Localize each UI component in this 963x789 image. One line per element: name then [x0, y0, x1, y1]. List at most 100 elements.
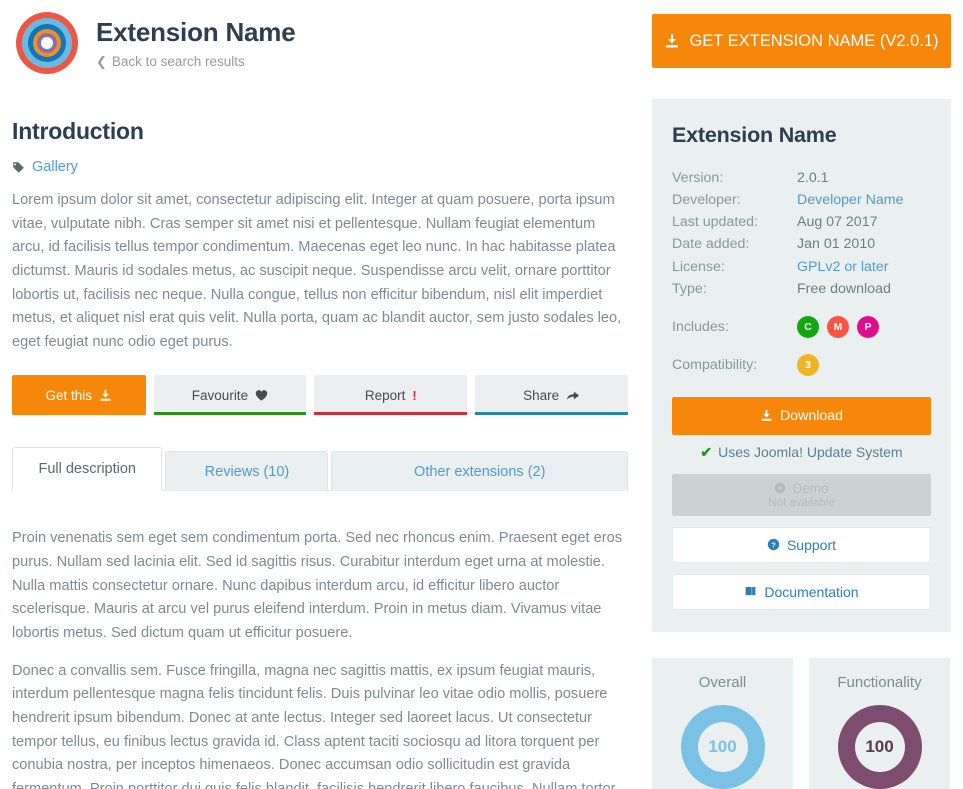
- demo-button: Demo Not available: [672, 474, 931, 516]
- extension-info-panel: Extension Name Version: 2.0.1 Developer:…: [652, 99, 951, 632]
- tab-label: Full description: [38, 461, 136, 477]
- info-value: 2.0.1: [797, 167, 829, 189]
- info-value: Aug 07 2017: [797, 211, 877, 233]
- rating-donut-functionality: 100: [838, 705, 922, 789]
- license-link[interactable]: GPLv2 or later: [797, 256, 888, 278]
- info-row-version: Version: 2.0.1: [672, 167, 931, 189]
- demo-label: Demo: [792, 481, 828, 496]
- introduction-paragraph: Lorem ipsum dolor sit amet, consectetur …: [12, 189, 628, 354]
- badge-letter: 3: [805, 359, 811, 371]
- rating-card-functionality: Functionality 100: [809, 658, 950, 789]
- update-system-note: ✔ Uses Joomla! Update System: [672, 444, 931, 461]
- favourite-label: Favourite: [192, 388, 248, 403]
- info-row-last-updated: Last updated: Aug 07 2017: [672, 211, 931, 233]
- info-key: Type:: [672, 278, 797, 300]
- download-label: Download: [780, 408, 843, 424]
- info-key: License:: [672, 256, 797, 278]
- includes-badges: C M P: [797, 316, 879, 338]
- support-button[interactable]: ? Support: [672, 527, 931, 563]
- book-icon: [744, 585, 757, 598]
- description-paragraph-1: Proin venenatis sem eget sem condimentum…: [12, 527, 628, 645]
- back-to-search-results-link[interactable]: ❮ Back to search results: [96, 54, 296, 70]
- update-system-label: Uses Joomla! Update System: [718, 444, 902, 460]
- rating-value-wrap: 100: [698, 722, 748, 772]
- info-row-license: License: GPLv2 or later: [672, 256, 931, 278]
- download-button[interactable]: Download: [672, 397, 931, 435]
- question-circle-icon: ?: [767, 538, 780, 551]
- download-icon: [664, 33, 680, 49]
- compatibility-row: Compatibility: 3: [672, 354, 931, 376]
- rating-value: 100: [708, 737, 736, 757]
- exclamation-icon: !: [412, 388, 416, 403]
- description-paragraph-2: Donec a convallis sem. Fusce fringilla, …: [12, 660, 628, 789]
- badge-module[interactable]: M: [827, 316, 849, 338]
- check-icon: ✔: [700, 444, 712, 461]
- tab-panel-full-description: Proin venenatis sem eget sem condimentum…: [12, 491, 628, 789]
- rating-label: Overall: [699, 674, 747, 691]
- tab-other-extensions[interactable]: Other extensions (2): [331, 451, 628, 491]
- tag-icon: [12, 161, 25, 174]
- back-link-label: Back to search results: [112, 54, 245, 69]
- introduction-heading: Introduction: [12, 118, 628, 145]
- info-row-date-added: Date added: Jan 01 2010: [672, 233, 931, 255]
- title-block: Extension Name ❮ Back to search results: [96, 10, 296, 70]
- share-label: Share: [523, 388, 559, 403]
- documentation-button[interactable]: Documentation: [672, 574, 931, 610]
- badge-letter: P: [864, 321, 871, 333]
- report-label: Report: [365, 388, 406, 403]
- extension-detail-page: Extension Name ❮ Back to search results …: [0, 0, 963, 789]
- action-buttons-row: Get this Favourite Report ! Share: [12, 375, 628, 415]
- info-key: Date added:: [672, 233, 797, 255]
- support-label: Support: [787, 537, 836, 553]
- badge-joomla-3[interactable]: 3: [797, 354, 819, 376]
- rating-value-wrap: 100: [855, 722, 905, 772]
- tab-full-description[interactable]: Full description: [12, 447, 162, 491]
- download-icon: [99, 389, 112, 402]
- rating-card-overall: Overall 100: [652, 658, 793, 789]
- tabs-bar: Full description Reviews (10) Other exte…: [12, 447, 628, 491]
- info-panel-title: Extension Name: [672, 123, 931, 148]
- info-key: Last updated:: [672, 211, 797, 233]
- rating-label: Functionality: [837, 674, 921, 691]
- badge-plugin[interactable]: P: [857, 316, 879, 338]
- report-button[interactable]: Report !: [314, 375, 467, 415]
- svg-text:?: ?: [771, 541, 776, 550]
- compatibility-badges: 3: [797, 354, 819, 376]
- info-key: Developer:: [672, 189, 797, 211]
- page-title: Extension Name: [96, 18, 296, 47]
- tab-label: Reviews (10): [205, 464, 290, 480]
- badge-letter: M: [834, 321, 843, 333]
- rating-value: 100: [865, 737, 893, 757]
- get-this-button[interactable]: Get this: [12, 375, 146, 415]
- favourite-button[interactable]: Favourite: [154, 375, 307, 415]
- download-icon: [760, 409, 773, 422]
- includes-label: Includes:: [672, 318, 797, 335]
- play-circle-icon: [774, 482, 786, 494]
- chevron-left-icon: ❮: [96, 54, 107, 70]
- compatibility-label: Compatibility:: [672, 356, 797, 373]
- documentation-label: Documentation: [764, 584, 858, 600]
- badge-component[interactable]: C: [797, 316, 819, 338]
- badge-letter: C: [804, 321, 812, 333]
- developer-link[interactable]: Developer Name: [797, 189, 903, 211]
- get-extension-button[interactable]: GET EXTENSION NAME (V2.0.1): [652, 14, 951, 68]
- sidebar-column: GET EXTENSION NAME (V2.0.1) Extension Na…: [652, 0, 951, 789]
- share-arrow-icon: [566, 388, 580, 402]
- info-row-type: Type: Free download: [672, 278, 931, 300]
- page-header: Extension Name ❮ Back to search results: [12, 0, 628, 74]
- share-button[interactable]: Share: [475, 375, 628, 415]
- tab-label: Other extensions (2): [414, 464, 545, 480]
- info-value: Free download: [797, 278, 891, 300]
- concentric-rings-logo: [16, 12, 78, 74]
- main-content-column: Extension Name ❮ Back to search results …: [0, 0, 640, 789]
- demo-sublabel: Not available: [768, 497, 834, 509]
- get-this-label: Get this: [46, 388, 93, 403]
- includes-row: Includes: C M P: [672, 316, 931, 338]
- gallery-link[interactable]: Gallery: [12, 159, 628, 175]
- gallery-label: Gallery: [32, 159, 78, 175]
- info-value: Jan 01 2010: [797, 233, 875, 255]
- get-extension-label: GET EXTENSION NAME (V2.0.1): [689, 32, 938, 51]
- info-key: Version:: [672, 167, 797, 189]
- tab-reviews[interactable]: Reviews (10): [165, 451, 328, 491]
- info-row-developer: Developer: Developer Name: [672, 189, 931, 211]
